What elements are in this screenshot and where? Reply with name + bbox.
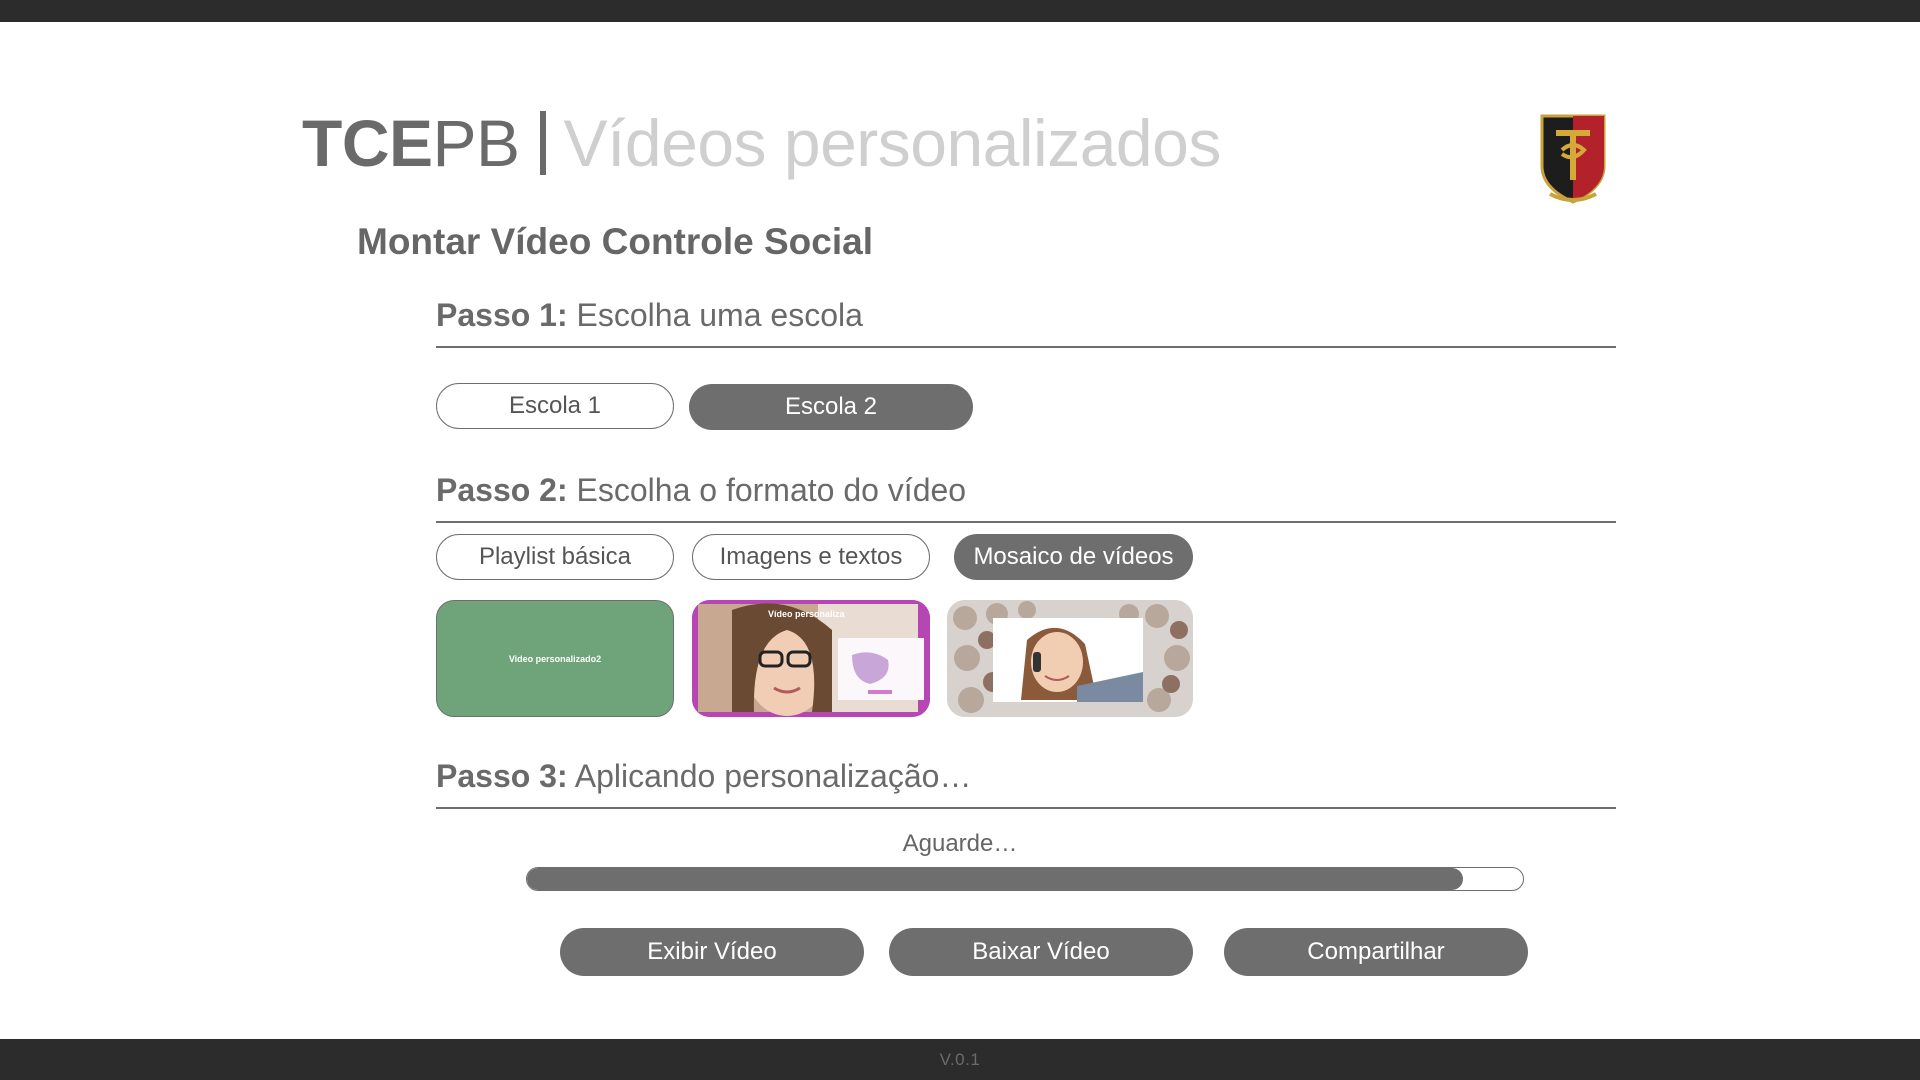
- thumbnail-mosaico-videos[interactable]: [947, 600, 1193, 717]
- thumbnail-playlist-basica[interactable]: Video personalizado2: [436, 600, 674, 717]
- step3-label: Passo 3:: [436, 758, 568, 794]
- header-subtitle: Vídeos personalizados: [563, 106, 1222, 180]
- status-text: Aguarde…: [902, 830, 1018, 857]
- thumbnail-caption: Video personalizado2: [508, 653, 602, 664]
- show-video-button[interactable]: Exibir Vídeo: [560, 928, 864, 976]
- mosaic-image-girl-phone: [947, 600, 1193, 717]
- tce-crest-logo: [1536, 110, 1610, 208]
- footer-bar: V.0.1: [0, 1039, 1920, 1080]
- school-option-2-label: Escola 2: [784, 393, 878, 420]
- share-label: Compartilhar: [1307, 938, 1445, 965]
- top-bar: [0, 0, 1920, 22]
- school-option-1[interactable]: Escola 1: [436, 383, 674, 429]
- step3-text: Aplicando personalização…: [574, 758, 972, 794]
- thumbnail2-caption: Vídeo personaliza: [768, 609, 846, 619]
- brand-light: PB: [432, 106, 521, 180]
- brand-bold: TCE: [302, 106, 433, 180]
- school-option-1-label: Escola 1: [508, 392, 602, 419]
- header-divider: [539, 111, 546, 175]
- format-mosaico-label: Mosaico de vídeos: [973, 543, 1174, 570]
- format-mosaico-videos[interactable]: Mosaico de vídeos: [954, 534, 1193, 580]
- step1-text: Escolha uma escola: [576, 297, 863, 333]
- portrait-image-woman-glasses: Vídeo personaliza: [692, 600, 930, 717]
- step2-heading: Passo 2: Escolha o formato do vídeo: [436, 472, 1616, 523]
- share-button[interactable]: Compartilhar: [1224, 928, 1528, 976]
- step1-heading: Passo 1: Escolha uma escola: [436, 297, 1616, 348]
- step3-heading: Passo 3: Aplicando personalização…: [436, 758, 1616, 809]
- progress-bar: [526, 867, 1524, 891]
- step1-label: Passo 1:: [436, 297, 568, 333]
- format-playlist-label: Playlist básica: [478, 543, 632, 570]
- school-option-2[interactable]: Escola 2: [689, 384, 973, 430]
- download-video-button[interactable]: Baixar Vídeo: [889, 928, 1193, 976]
- page-title: Montar Vídeo Controle Social: [357, 221, 873, 262]
- step2-text: Escolha o formato do vídeo: [576, 472, 967, 508]
- format-playlist-basica[interactable]: Playlist básica: [436, 534, 674, 580]
- step2-label: Passo 2:: [436, 472, 568, 508]
- version-label: V.0.1: [939, 1049, 981, 1069]
- download-video-label: Baixar Vídeo: [972, 938, 1110, 965]
- thumbnail-imagens-textos[interactable]: Vídeo personaliza: [692, 600, 930, 717]
- progress-fill: [527, 868, 1464, 890]
- show-video-label: Exibir Vídeo: [647, 938, 777, 965]
- app-header: TCE PB Vídeos personalizados: [302, 104, 1221, 182]
- format-imagens-label: Imagens e textos: [719, 543, 903, 570]
- format-imagens-textos[interactable]: Imagens e textos: [692, 534, 930, 580]
